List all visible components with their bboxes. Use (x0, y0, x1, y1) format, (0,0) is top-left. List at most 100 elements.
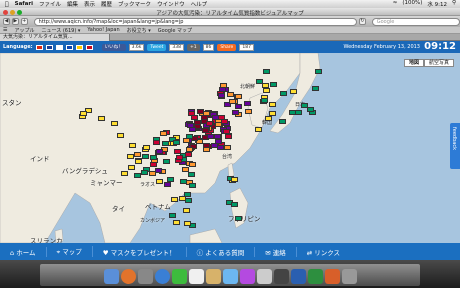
menu-help[interactable]: ヘルプ (191, 0, 208, 8)
aqi-station-marker[interactable] (269, 111, 277, 117)
aqi-station-marker[interactable] (162, 141, 170, 147)
aqi-station-marker[interactable] (150, 162, 158, 168)
flag-japan-icon[interactable] (55, 44, 63, 50)
aqi-station-marker[interactable] (213, 133, 221, 139)
bookmarks-icon[interactable]: ☰ (3, 27, 7, 33)
contacts-icon[interactable] (205, 269, 221, 284)
address-bar[interactable]: http://www.aqicn.info/?map&loc=japan&lan… (33, 17, 357, 26)
aqi-station-marker[interactable] (133, 151, 141, 157)
aqi-station-marker[interactable] (243, 100, 251, 106)
itunes-icon[interactable] (239, 269, 255, 284)
finder-icon[interactable] (103, 269, 119, 284)
menubar-clock[interactable]: 水 9:12 (427, 0, 447, 8)
flag-uk-icon[interactable] (45, 44, 53, 50)
map-type-map-button[interactable]: 地図 (403, 59, 424, 67)
flag-france-icon[interactable] (65, 44, 73, 50)
aqi-station-marker[interactable] (134, 158, 142, 164)
menu-history[interactable]: 履歴 (101, 0, 112, 8)
tab-active[interactable]: 大気汚染：リアルタイム気質... (0, 34, 110, 41)
aqi-station-marker[interactable] (263, 68, 270, 74)
tweet-button[interactable]: Tweet (147, 43, 167, 51)
aqi-station-marker[interactable] (312, 86, 319, 92)
aqi-station-marker[interactable] (149, 171, 156, 176)
aqi-station-marker[interactable] (279, 91, 287, 96)
aqi-station-marker[interactable] (141, 154, 149, 160)
forward-button[interactable]: ▶ (11, 18, 19, 25)
bookmark-apple[interactable]: アップル (14, 27, 34, 34)
safari-icon[interactable] (154, 269, 170, 284)
aqi-station-marker[interactable] (231, 176, 239, 182)
aqi-station-marker[interactable] (206, 120, 214, 126)
aqi-station-marker[interactable] (235, 93, 243, 99)
aqi-station-marker[interactable] (235, 104, 243, 110)
aqi-station-marker[interactable] (133, 173, 141, 179)
aqi-station-marker[interactable] (156, 178, 164, 184)
aqi-station-marker[interactable] (214, 121, 222, 127)
spotlight-icon[interactable]: ⚲ (452, 0, 456, 8)
nav-contact-link[interactable]: ✉ 連絡 (255, 246, 297, 257)
aqi-station-marker[interactable] (307, 107, 315, 113)
aqi-station-marker[interactable] (200, 115, 208, 121)
aqi-station-marker[interactable] (194, 119, 202, 125)
nav-links-link[interactable]: ⇄ リンクス (297, 247, 350, 257)
reload-icon[interactable]: ↻ (358, 18, 366, 25)
aqi-station-marker[interactable] (231, 201, 238, 207)
map-type-satellite-button[interactable]: 航空写真 (423, 59, 454, 67)
system-preferences-icon[interactable] (137, 269, 153, 284)
aqi-station-marker[interactable] (155, 148, 163, 154)
aqi-station-marker[interactable] (163, 158, 171, 164)
aqi-station-marker[interactable] (269, 82, 277, 88)
aqi-station-marker[interactable] (219, 87, 227, 93)
aqi-station-marker[interactable] (260, 97, 268, 103)
menu-edit[interactable]: 編集 (67, 0, 78, 8)
aqi-station-marker[interactable] (159, 130, 167, 136)
nav-home-link[interactable]: ⌂ ホーム (0, 246, 47, 257)
aqi-station-marker[interactable] (224, 134, 232, 140)
feedback-tab[interactable]: feedback (450, 123, 460, 169)
aqi-station-marker[interactable] (180, 178, 188, 184)
calendar-icon[interactable] (188, 269, 204, 284)
aqi-station-marker[interactable] (184, 152, 192, 158)
flag-germany-icon[interactable] (75, 44, 83, 50)
menu-file[interactable]: ファイル (39, 0, 61, 8)
facetime-icon[interactable] (171, 269, 187, 284)
aqi-station-marker[interactable] (98, 116, 106, 122)
aqi-station-marker[interactable] (227, 92, 235, 98)
aqi-station-marker[interactable] (255, 126, 263, 132)
aqi-station-marker[interactable] (187, 122, 195, 128)
aqi-station-marker[interactable] (187, 172, 195, 178)
aqi-station-marker[interactable] (171, 197, 179, 202)
aqi-station-marker[interactable] (183, 220, 191, 226)
aqi-station-marker[interactable] (215, 139, 222, 145)
aqi-station-marker[interactable] (216, 144, 224, 150)
aqi-station-marker[interactable] (111, 120, 119, 126)
aqi-station-marker[interactable] (179, 196, 186, 202)
aqi-station-marker[interactable] (262, 87, 270, 93)
aqi-station-marker[interactable] (150, 154, 157, 160)
aqi-station-marker[interactable] (169, 213, 177, 219)
aqi-station-marker[interactable] (232, 110, 240, 116)
aqi-station-marker[interactable] (290, 88, 298, 94)
aqi-station-marker[interactable] (80, 111, 87, 117)
share-button[interactable]: Share (217, 43, 237, 51)
aqi-station-marker[interactable] (265, 115, 273, 121)
nav-map-link[interactable]: ⌖ マップ (47, 246, 93, 257)
nav-mask-link[interactable]: ♥ マスクをプレゼント！ (93, 246, 187, 257)
app-store-icon[interactable] (222, 269, 238, 284)
aqi-station-marker[interactable] (218, 114, 226, 120)
aqi-station-marker[interactable] (223, 128, 231, 134)
trash-icon[interactable] (341, 269, 357, 284)
aqi-station-marker[interactable] (181, 166, 189, 172)
aqi-station-marker[interactable] (268, 101, 276, 107)
firefox-icon[interactable] (120, 269, 136, 284)
aqi-station-marker[interactable] (202, 143, 210, 149)
aqi-station-marker[interactable] (188, 110, 196, 116)
aqi-station-marker[interactable] (155, 168, 163, 174)
aqi-station-marker[interactable] (201, 127, 209, 133)
menu-view[interactable]: 表示 (84, 0, 95, 8)
word-icon[interactable] (290, 269, 306, 284)
aqi-station-marker[interactable] (174, 149, 182, 155)
bookmark-useful[interactable]: お役立ち ▾ (127, 27, 151, 34)
apple-menu-icon[interactable]:  (5, 1, 9, 8)
nav-faq-link[interactable]: ⓘ よくある質問 (187, 246, 256, 257)
